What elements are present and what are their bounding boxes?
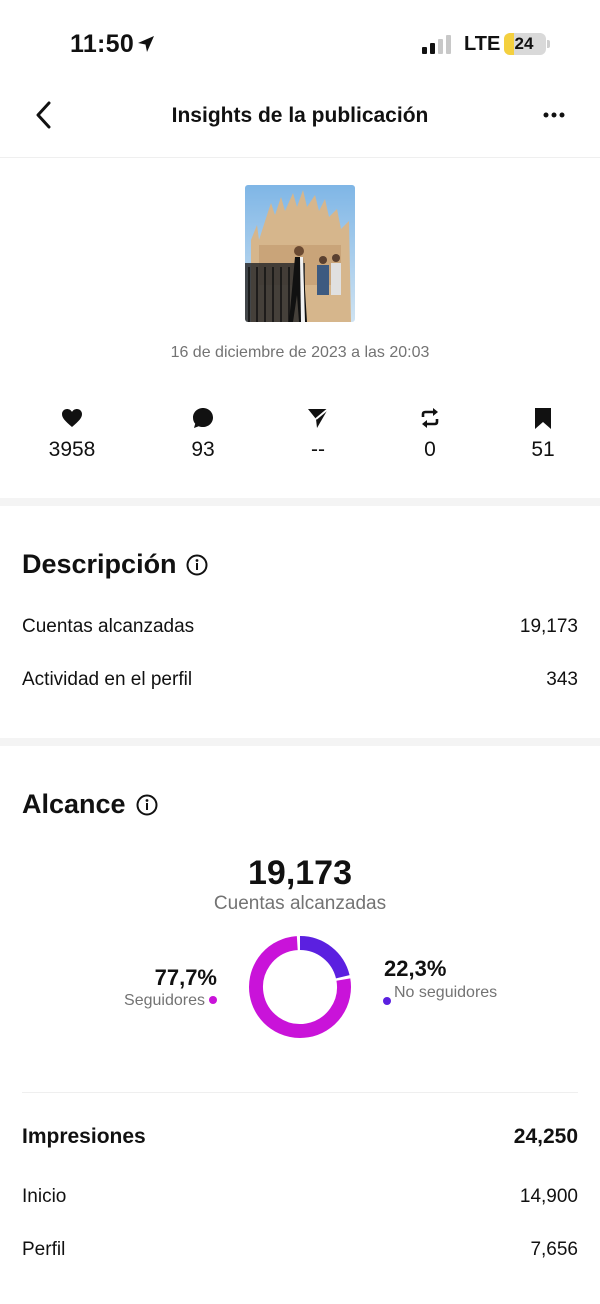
page-title: Insights de la publicación [171, 104, 429, 127]
bookmark-icon [535, 408, 551, 429]
info-icon[interactable] [186, 554, 208, 576]
shares-count: -- [311, 438, 325, 461]
comments-count: 93 [191, 438, 215, 461]
status-time: 11:50 [70, 30, 135, 58]
stat-comments: 93 [153, 406, 253, 462]
battery-icon: 24 [504, 33, 546, 55]
overview-title: Descripción [22, 549, 177, 579]
reach-donut-chart [249, 936, 351, 1038]
repost-icon [421, 408, 439, 428]
impressions-row-label: Inicio [22, 1186, 67, 1207]
post-stats: 3958 93 -- 0 51 [0, 406, 600, 476]
stat-saves: 51 [493, 406, 593, 462]
status-bar: 11:50 LTE 24 [0, 0, 600, 88]
comment-icon [193, 408, 213, 428]
network-type: LTE [464, 33, 501, 55]
stat-likes: 3958 [22, 406, 122, 462]
divider [22, 1092, 578, 1093]
battery-level: 24 [514, 34, 534, 53]
more-options-icon[interactable] [540, 102, 570, 132]
overview-row-value: 19,173 [519, 616, 578, 637]
impressions-total: 24,250 [513, 1125, 578, 1148]
reach-total-label: Cuentas alcanzadas [213, 893, 387, 914]
location-arrow-icon [138, 36, 154, 52]
followers-legend-dot [209, 996, 217, 1004]
overview-row-label: Actividad en el perfil [22, 669, 193, 690]
likes-count: 3958 [48, 438, 96, 461]
info-icon[interactable] [136, 794, 158, 816]
heart-icon [62, 409, 82, 427]
battery-nub [547, 40, 550, 48]
cellular-signal-icon [422, 35, 451, 54]
non-followers-label: No seguidores [394, 984, 498, 1001]
reposts-count: 0 [424, 438, 436, 461]
non-followers-percentage: 22,3% [384, 956, 447, 981]
impressions-row-value: 7,656 [530, 1239, 578, 1260]
impressions-row-label: Perfil [22, 1239, 66, 1260]
top-bar: Insights de la publicación [0, 88, 600, 158]
followers-label: Seguidores [124, 992, 205, 1009]
section-divider [0, 498, 600, 506]
stat-shares: -- [268, 406, 368, 462]
overview-row-label: Cuentas alcanzadas [22, 616, 195, 637]
impressions-title: Impresiones [22, 1125, 146, 1148]
non-followers-legend-dot [383, 997, 391, 1005]
followers-percentage: 77,7% [154, 965, 217, 990]
stat-reposts: 0 [380, 406, 480, 462]
section-divider [0, 738, 600, 746]
overview-row-value: 343 [546, 669, 578, 690]
reach-total: 19,173 [248, 854, 352, 892]
send-icon [308, 408, 329, 428]
reach-title: Alcance [22, 789, 126, 819]
saves-count: 51 [531, 438, 555, 461]
impressions-row-value: 14,900 [519, 1186, 578, 1207]
post-date: 16 de diciembre de 2023 a las 20:03 [170, 344, 430, 361]
post-thumbnail[interactable] [245, 185, 355, 322]
